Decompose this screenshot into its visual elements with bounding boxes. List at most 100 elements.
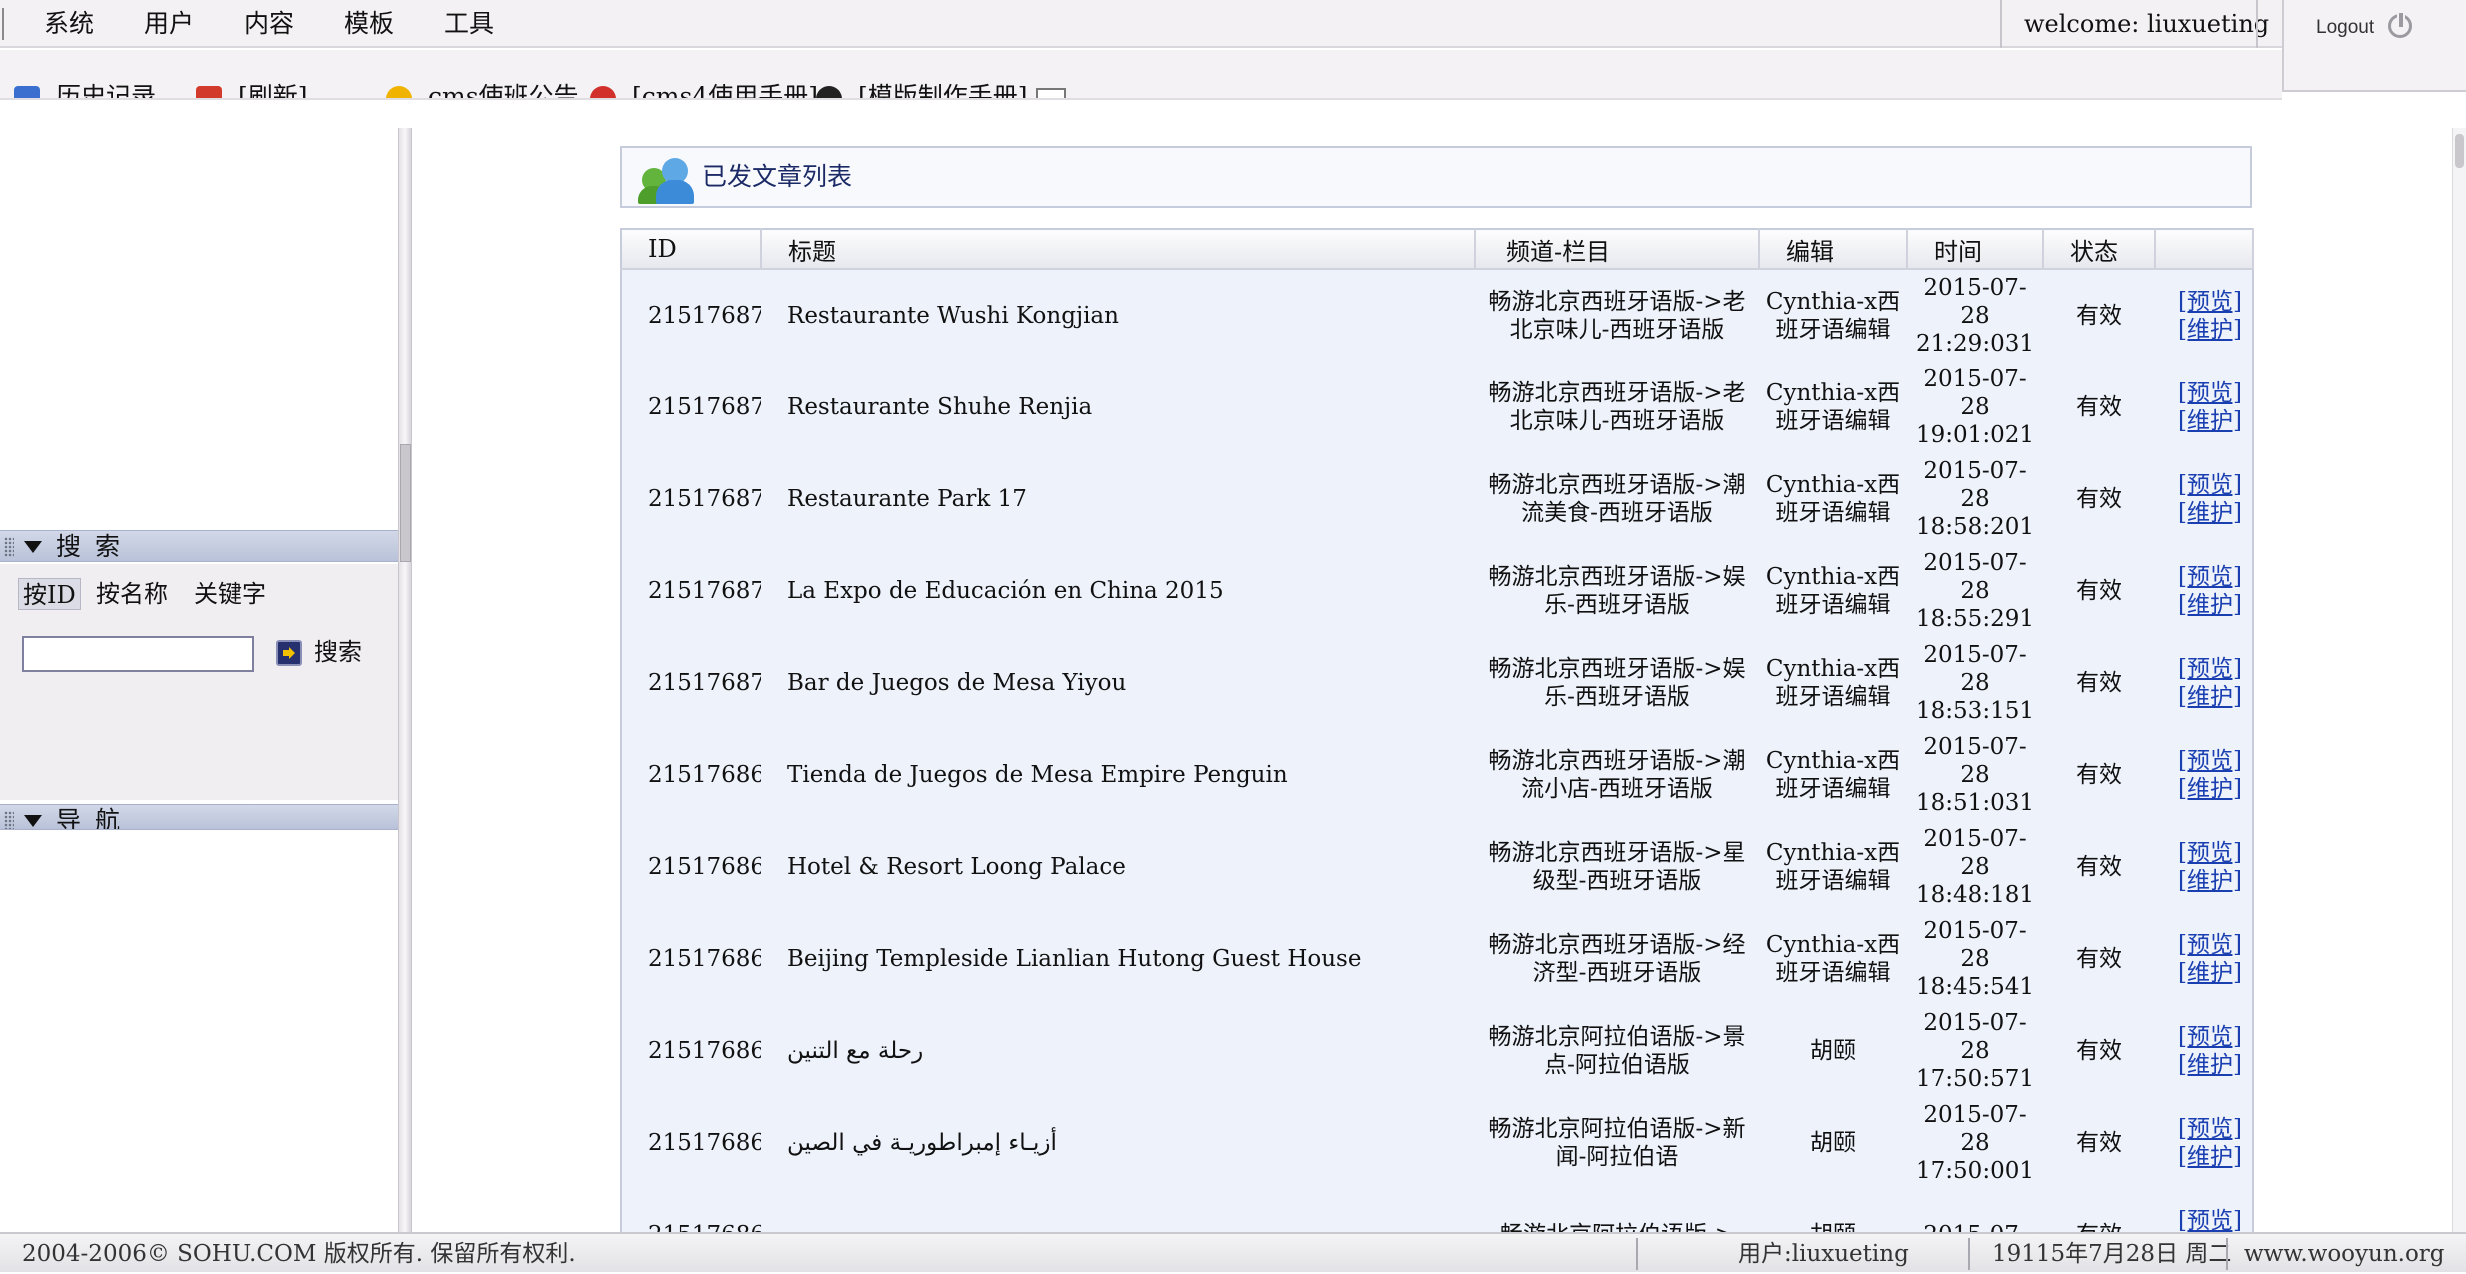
search-arrow-icon[interactable] [276,640,302,666]
cell-title: La Expo de Educación en China 2015 [761,545,1475,637]
refresh-label: [刷新] [238,82,308,100]
nav-panel-header[interactable]: 导 航 [0,804,398,830]
main-scrollbar[interactable] [2452,128,2466,1232]
preview-link[interactable]: [预览] [2178,289,2242,315]
logout-button[interactable]: Logout [2316,14,2374,42]
status-separator [1636,1238,1638,1270]
col-header-channel[interactable]: 频道-栏目 [1475,229,1760,270]
toolbar-more-box[interactable] [1036,88,1066,98]
cell-editor: Cynthia-x西班牙语编辑 [1759,545,1907,637]
menu-system[interactable]: 系统 [44,8,94,40]
cell-channel: 畅游北京西班牙语版->经济型-西班牙语版 [1475,913,1759,1005]
page-title: 已发文章列表 [702,162,853,191]
cell-actions: [预览] [维护] [2155,453,2253,545]
table-row: 215176877Restaurante Shuhe Renjia畅游北京西班牙… [621,361,2253,453]
cell-channel: 畅游北京阿拉伯语版->新闻-阿拉伯语 [1475,1097,1759,1189]
collapse-triangle-icon [24,541,42,553]
preview-link[interactable]: [预览] [2178,1116,2242,1142]
cell-editor: 胡颐 [1759,1189,1907,1232]
sun-icon [386,85,412,98]
cell-title: Restaurante Wushi Kongjian [761,269,1475,361]
table-row: 215176869Tienda de Juegos de Mesa Empire… [621,729,2253,821]
col-header-time[interactable]: 时间 [1907,229,2044,270]
cell-channel: 畅游北京西班牙语版->娱乐-西班牙语版 [1475,637,1759,729]
splitter-handle[interactable] [400,444,411,562]
cell-status: 有效 [2043,269,2155,361]
maintain-link[interactable]: [维护] [2178,500,2242,526]
cell-status: 有效 [2043,637,2155,729]
maintain-link[interactable]: [维护] [2178,960,2242,986]
watermark-text: www.wooyun.org [2244,1241,2445,1267]
maintain-link[interactable]: [维护] [2178,592,2242,618]
panel-splitter[interactable] [398,128,412,1232]
cell-time: 2015-07- [1907,1189,2043,1232]
left-sidebar: 搜 索 按ID 按名称 关键字 搜索 导 航 [0,128,398,1232]
cell-editor: Cynthia-x西班牙语编辑 [1759,821,1907,913]
maintain-link[interactable]: [维护] [2178,317,2242,343]
preview-link[interactable]: [预览] [2178,380,2242,406]
menu-tools[interactable]: 工具 [444,8,494,40]
power-icon[interactable] [2388,11,2412,38]
table-row: 215176867Hotel & Resort Loong Palace畅游北京… [621,821,2253,913]
maintain-link[interactable]: [维护] [2178,1052,2242,1078]
menu-content[interactable]: 内容 [244,8,294,40]
history-label: 历史记录 [56,82,157,100]
cell-actions: [预览] [维护] [2155,545,2253,637]
cell-status: 有效 [2043,913,2155,1005]
maintain-link[interactable]: [维护] [2178,684,2242,710]
cell-channel: 畅游北京西班牙语版->老北京味儿-西班牙语版 [1475,269,1759,361]
maintain-link[interactable]: [维护] [2178,868,2242,894]
col-header-editor[interactable]: 编辑 [1759,229,1908,270]
preview-link[interactable]: [预览] [2178,748,2242,774]
preview-link[interactable]: [预览] [2178,1024,2242,1050]
tab-by-id[interactable]: 按ID [18,578,81,610]
cell-channel: 畅游北京西班牙语版->潮流小店-西班牙语版 [1475,729,1759,821]
refresh-shortcut[interactable]: [刷新] [196,80,308,100]
cell-editor: 胡颐 [1759,1097,1907,1189]
maintain-link[interactable]: [维护] [2178,408,2242,434]
logout-area: Logout [2282,0,2466,92]
cell-title: Hotel & Resort Loong Palace [761,821,1475,913]
manual-shortcut[interactable]: [cms4使用手册] [590,80,818,98]
col-header-id[interactable]: ID [621,229,762,270]
cell-id: 215176877 [621,361,761,453]
template-manual-shortcut[interactable]: [模版制作手册] [816,80,1028,98]
maintain-link[interactable]: [维护] [2178,1144,2242,1170]
cell-status: 有效 [2043,453,2155,545]
preview-link[interactable]: [预览] [2178,564,2242,590]
scrollbar-thumb[interactable] [2455,134,2464,168]
cell-id: 215176869 [621,729,761,821]
table-row: 215176875Restaurante Park 17畅游北京西班牙语版->潮… [621,453,2253,545]
status-date: 19115年7月28日 周二 [1992,1241,2232,1267]
search-panel-header[interactable]: 搜 索 [0,530,398,562]
cell-time: 2015-07-28 18:51:031 [1907,729,2043,821]
search-button[interactable]: 搜索 [314,636,362,668]
menu-left-edge [2,8,4,40]
table-row: 215176879Restaurante Wushi Kongjian畅游北京西… [621,269,2253,361]
maintain-link[interactable]: [维护] [2178,776,2242,802]
notice-label: cms使班公告 [428,82,579,100]
search-input[interactable] [22,636,254,672]
preview-link[interactable]: [预览] [2178,1208,2242,1233]
cell-actions: [预览] [维护] [2155,1097,2253,1189]
preview-link[interactable]: [预览] [2178,840,2242,866]
menu-user[interactable]: 用户 [144,8,194,40]
history-shortcut[interactable]: 历史记录 [14,80,157,100]
tab-keyword[interactable]: 关键字 [190,578,270,610]
col-header-status[interactable]: 状态 [2043,229,2156,270]
notice-shortcut[interactable]: cms使班公告 [386,80,579,100]
cell-channel: 畅游北京阿拉伯语版->景点-阿拉伯语版 [1475,1005,1759,1097]
cell-status: 有效 [2043,1005,2155,1097]
preview-link[interactable]: [预览] [2178,932,2242,958]
preview-link[interactable]: [预览] [2178,656,2242,682]
refresh-icon [196,85,222,98]
menu-template[interactable]: 模板 [344,8,394,40]
tab-by-name[interactable]: 按名称 [92,578,172,610]
nav-panel-title: 导 航 [56,806,123,830]
cell-channel: 畅游北京西班牙语版->娱乐-西班牙语版 [1475,545,1759,637]
col-header-title[interactable]: 标题 [761,229,1476,270]
cell-editor: Cynthia-x西班牙语编辑 [1759,453,1907,545]
preview-link[interactable]: [预览] [2178,472,2242,498]
cell-channel: 畅游北京西班牙语版->星级型-西班牙语版 [1475,821,1759,913]
cell-editor: 胡颐 [1759,1005,1907,1097]
